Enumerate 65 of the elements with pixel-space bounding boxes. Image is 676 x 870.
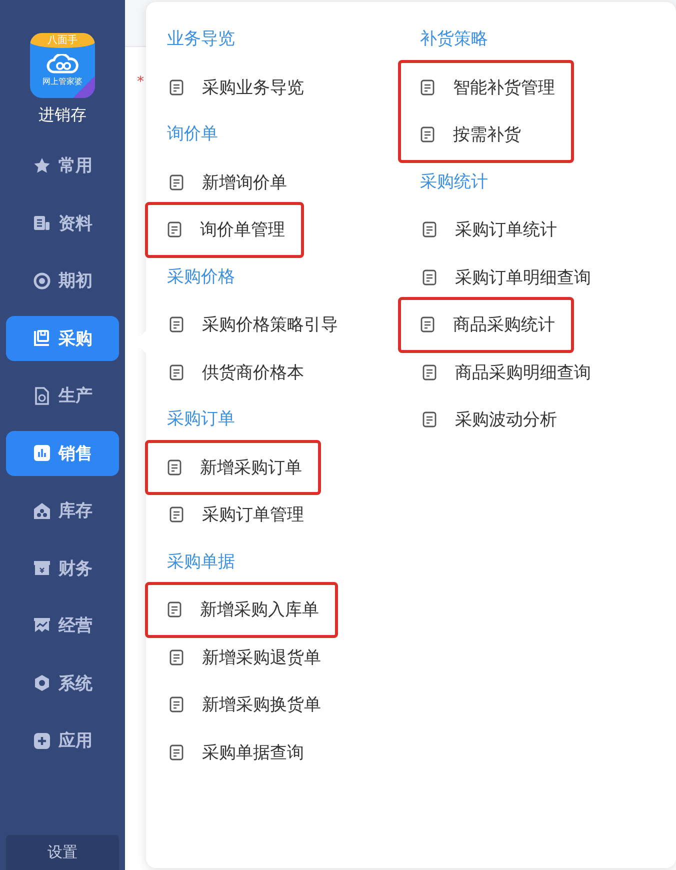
plus-icon <box>32 732 50 750</box>
section-heading: 询价单 <box>167 123 218 146</box>
cloud-icon <box>46 54 80 74</box>
hexagon-icon <box>32 674 50 692</box>
section-heading: 补货策略 <box>420 28 488 51</box>
logo-caption: 网上管家婆 <box>42 76 82 88</box>
section-heading: 采购单据 <box>167 550 235 574</box>
menu-item[interactable]: 采购订单统计 <box>420 206 557 254</box>
nav-item[interactable]: 期初 <box>6 258 119 303</box>
bar-chart-icon <box>32 444 50 462</box>
menu-item[interactable]: 新增采购换货单 <box>167 681 321 728</box>
document-icon <box>169 744 185 761</box>
nav-item[interactable]: 资料 <box>6 200 119 246</box>
document-icon <box>169 316 185 334</box>
document-icon <box>167 458 183 476</box>
nav-item[interactable]: 财务 <box>6 546 119 590</box>
required-mark: * <box>137 74 144 90</box>
document-icon <box>420 126 436 144</box>
nav-item[interactable]: 常用 <box>6 143 119 188</box>
menu-item[interactable]: 智能补货管理 <box>398 60 574 111</box>
house-icon <box>32 502 50 520</box>
document-icon <box>167 221 183 238</box>
menu-item[interactable]: 新增采购订单 <box>145 440 321 495</box>
menu-item[interactable]: 采购价格策略引导 <box>167 301 338 348</box>
nav-item[interactable]: 生产 <box>6 373 119 418</box>
document-icon <box>167 601 183 618</box>
menu-item[interactable]: 供货商价格本 <box>167 348 304 396</box>
section-heading: 采购订单 <box>167 408 235 431</box>
nav-item[interactable]: 经营 <box>6 603 119 648</box>
nav-item[interactable]: 应用 <box>6 718 119 763</box>
target-icon <box>32 272 50 290</box>
nav-item[interactable]: 库存 <box>6 488 119 533</box>
menu-item[interactable]: 商品采购统计 <box>398 297 574 352</box>
document-icon <box>169 174 185 191</box>
nav-item[interactable]: 销售 <box>6 430 119 476</box>
document-icon <box>420 78 436 96</box>
menu-item[interactable]: 采购业务导览 <box>167 64 304 111</box>
document-icon <box>169 648 185 666</box>
corner-ribbon-icon <box>73 76 95 98</box>
document-icon <box>169 78 185 96</box>
document-icon <box>169 696 185 714</box>
document-icon <box>422 268 438 286</box>
document-icon <box>169 506 185 524</box>
logo-banner: 八面手 <box>30 33 95 48</box>
nav-item[interactable]: 系统 <box>6 660 119 706</box>
app-title: 进销存 <box>38 104 86 126</box>
star-icon <box>32 156 50 174</box>
file-icon <box>32 386 50 404</box>
document-icon <box>169 364 185 381</box>
menu-item[interactable]: 询价单管理 <box>145 202 304 258</box>
document-icon <box>32 214 50 232</box>
document-icon <box>420 316 436 334</box>
menu-item[interactable]: 按需补货 <box>398 111 574 162</box>
document-icon <box>422 411 438 428</box>
settings-button[interactable]: 设置 <box>6 835 119 870</box>
document-icon <box>422 364 438 381</box>
menu-item[interactable]: 新增采购入库单 <box>145 582 338 638</box>
section-heading: 采购统计 <box>420 170 488 194</box>
nav-item[interactable]: 采购 <box>6 316 119 360</box>
menu-item[interactable]: 采购单据查询 <box>167 728 304 776</box>
menu-item[interactable]: 采购波动分析 <box>420 396 557 444</box>
section-heading: 业务导览 <box>167 28 235 51</box>
trend-icon <box>32 616 50 634</box>
document-icon <box>422 221 438 238</box>
section-heading: 采购价格 <box>167 266 235 288</box>
